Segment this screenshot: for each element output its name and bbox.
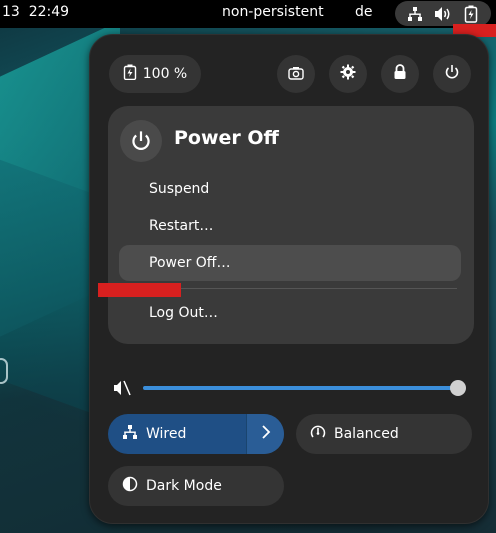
- power-icon: [120, 120, 162, 162]
- submenu-title: Power Off: [174, 127, 279, 149]
- lock-icon: [393, 64, 407, 84]
- keyboard-layout-indicator[interactable]: de: [355, 4, 373, 20]
- lock-button[interactable]: [381, 55, 419, 93]
- power-icon: [444, 64, 460, 84]
- power-mode-label: Balanced: [334, 426, 399, 442]
- settings-icon: [340, 64, 356, 84]
- log-out-menu-item[interactable]: Log Out…: [119, 295, 461, 331]
- volume-slider-track[interactable]: [143, 386, 459, 390]
- menu-separator: [137, 288, 457, 289]
- wired-toggle[interactable]: Wired: [108, 414, 284, 454]
- network-wired-icon: [122, 424, 138, 444]
- battery-level: 100 %: [142, 66, 188, 82]
- system-status-button[interactable]: [395, 1, 491, 26]
- session-indicator[interactable]: non-persistent: [222, 4, 324, 20]
- restart-menu-item[interactable]: Restart…: [119, 208, 461, 244]
- power-mode-toggle[interactable]: Balanced: [296, 414, 472, 454]
- wallpaper-glyph: [0, 358, 8, 384]
- annotation-marker: [98, 283, 181, 297]
- wired-label: Wired: [146, 426, 187, 442]
- power-off-menu-item[interactable]: Power Off…: [119, 245, 461, 281]
- screenshot-icon: [288, 65, 304, 84]
- chevron-right-icon: [261, 425, 271, 443]
- battery-icon: [123, 64, 137, 84]
- gauge-icon: [310, 424, 326, 444]
- suspend-menu-item[interactable]: Suspend: [119, 171, 461, 207]
- top-bar: 13 22:49 non-persistent de: [0, 0, 496, 28]
- dark-mode-icon: [122, 476, 138, 496]
- dark-mode-label: Dark Mode: [146, 478, 222, 494]
- clock[interactable]: 13 22:49: [2, 4, 69, 20]
- power-button[interactable]: [433, 55, 471, 93]
- battery-icon: [462, 5, 480, 23]
- speaker-muted-icon[interactable]: [112, 378, 132, 398]
- network-wired-icon: [406, 5, 424, 23]
- dark-mode-toggle[interactable]: Dark Mode: [108, 466, 284, 506]
- volume-icon: [434, 5, 452, 23]
- settings-button[interactable]: [329, 55, 367, 93]
- battery-button[interactable]: 100 %: [109, 55, 201, 93]
- screenshot-button[interactable]: [277, 55, 315, 93]
- volume-slider-knob[interactable]: [450, 380, 466, 396]
